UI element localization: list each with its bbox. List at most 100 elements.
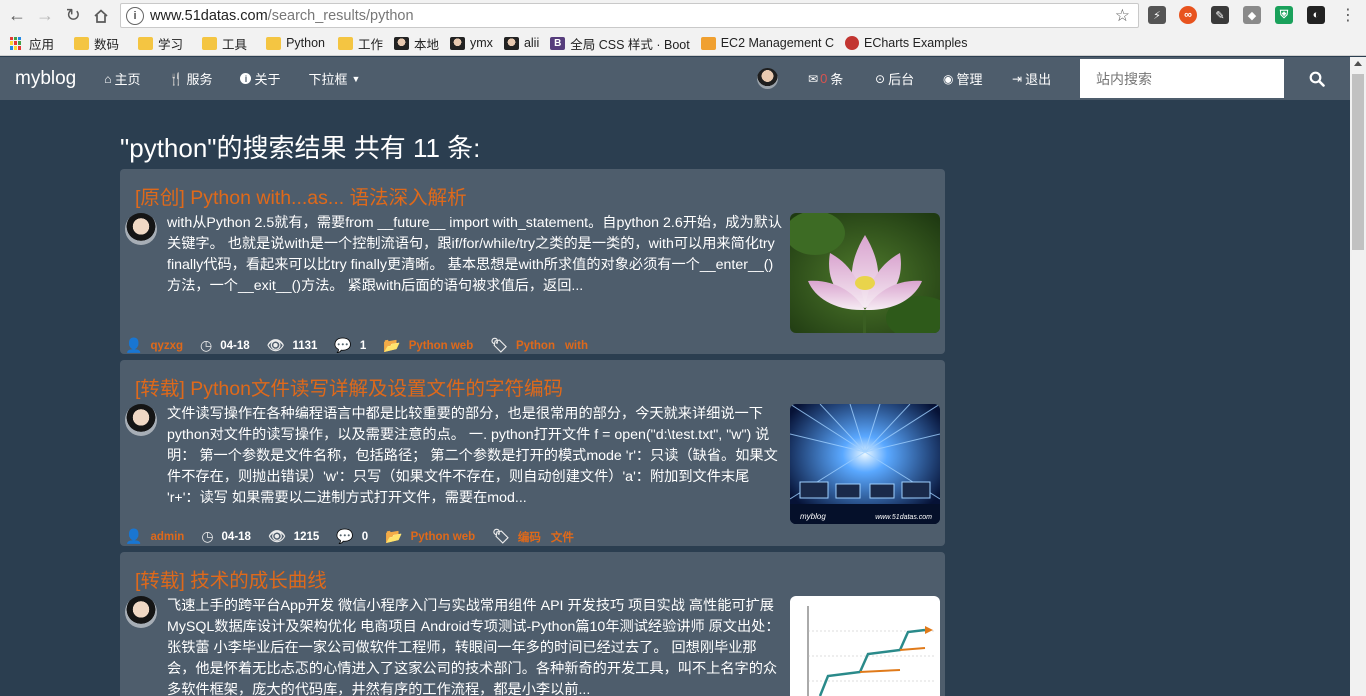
site-brand[interactable]: myblog bbox=[15, 68, 76, 90]
avatar-icon bbox=[503, 36, 519, 50]
search-icon bbox=[1309, 71, 1325, 87]
nav-label: 下拉框 bbox=[308, 72, 348, 87]
bookmark-item[interactable]: 数码 bbox=[74, 34, 119, 53]
tag-link[interactable]: Python bbox=[516, 340, 555, 352]
clock-icon: ◷ bbox=[200, 337, 213, 353]
bookmark-item[interactable]: 学习 bbox=[138, 34, 183, 53]
bookmark-label: 工具 bbox=[222, 37, 248, 52]
user-icon: 👤 bbox=[125, 337, 143, 353]
aws-box-icon bbox=[700, 36, 716, 50]
extension-icon[interactable]: ◆ bbox=[1243, 6, 1261, 24]
url-host: www.51datas.com bbox=[150, 7, 268, 24]
folder-icon bbox=[202, 36, 218, 50]
nav-home[interactable]: ⌂ 主页 bbox=[104, 69, 140, 88]
extension-icon[interactable]: ✎ bbox=[1211, 6, 1229, 24]
author-link[interactable]: admin bbox=[150, 531, 184, 543]
view-count: 1131 bbox=[292, 339, 318, 352]
results-heading: "python"的搜索结果 共有 11 条: bbox=[120, 133, 481, 163]
dashboard-icon: ⊙ bbox=[875, 71, 886, 86]
scroll-up-icon[interactable] bbox=[1354, 61, 1362, 66]
nav-label: 管理 bbox=[956, 72, 983, 87]
bookmark-item[interactable]: ymx bbox=[450, 36, 493, 50]
author-avatar[interactable] bbox=[125, 213, 157, 245]
bookmark-item[interactable]: B 全局 CSS 样式 · Boot bbox=[550, 34, 690, 53]
url-path: /search_results/python bbox=[267, 7, 414, 24]
tags-icon: 🏷 bbox=[492, 528, 510, 544]
bookmark-item[interactable]: 本地 bbox=[394, 34, 439, 53]
tag-link[interactable]: 编码 bbox=[518, 529, 541, 545]
forward-icon[interactable]: → bbox=[31, 2, 59, 30]
result-title-link[interactable]: [转载] 技术的成长曲线 bbox=[135, 564, 327, 593]
result-thumbnail-lotus[interactable] bbox=[790, 213, 940, 333]
tag-link[interactable]: 文件 bbox=[551, 529, 574, 545]
nav-dropdown[interactable]: 下拉框 ▼ bbox=[309, 69, 361, 88]
author-avatar[interactable] bbox=[125, 404, 157, 436]
extension-icon[interactable]: ⚡ bbox=[1148, 6, 1166, 24]
bookmark-label: 全局 CSS 样式 · Boot bbox=[570, 37, 690, 52]
bookmark-item[interactable]: 工具 bbox=[202, 34, 247, 53]
nav-manage[interactable]: ◉ 管理 bbox=[943, 57, 983, 100]
message-count: 0 bbox=[820, 71, 828, 86]
category-link[interactable]: Python web bbox=[409, 340, 474, 352]
nav-services[interactable]: 🍴 服务 bbox=[169, 69, 213, 88]
comments-icon: 💬 bbox=[334, 337, 352, 353]
user-avatar[interactable] bbox=[757, 68, 778, 89]
address-bar[interactable]: i www.51datas.com/search_results/python … bbox=[120, 3, 1139, 28]
bookmark-item[interactable]: EC2 Management C bbox=[700, 36, 834, 50]
home-icon[interactable] bbox=[87, 2, 115, 30]
clock-icon: ◷ bbox=[201, 528, 214, 544]
folder-icon bbox=[266, 36, 282, 50]
result-thumbnail-chart[interactable] bbox=[790, 596, 940, 696]
folder-icon bbox=[138, 36, 154, 50]
extension-icon[interactable]: ◐ bbox=[1307, 6, 1325, 24]
menu-icon[interactable]: ⋮ bbox=[1334, 1, 1362, 29]
nav-about[interactable]: i 关于 bbox=[240, 69, 281, 88]
search-button[interactable] bbox=[1284, 57, 1350, 100]
nav-label: 退出 bbox=[1025, 72, 1052, 87]
site-info-icon[interactable]: i bbox=[126, 6, 144, 25]
tag-link[interactable]: with bbox=[565, 340, 588, 352]
bookmark-label: 应用 bbox=[29, 37, 55, 52]
site-navbar: myblog ⌂ 主页 🍴 服务 i 关于 下拉框 ▼ ✉ 0 条 ⊙ 后台 ◉ 管理 ⇥ 退出 bbox=[0, 57, 1350, 100]
category-link[interactable]: Python web bbox=[411, 531, 476, 543]
nav-backend[interactable]: ⊙ 后台 bbox=[875, 57, 914, 100]
site-search-input[interactable] bbox=[1080, 59, 1284, 98]
bookmark-star-icon[interactable]: ☆ bbox=[1115, 6, 1130, 26]
bookmark-label: 学习 bbox=[158, 37, 184, 52]
bookmark-item[interactable]: ECharts Examples bbox=[844, 36, 968, 50]
bookmark-label: ECharts Examples bbox=[863, 36, 968, 50]
bookmark-item[interactable]: 工作 bbox=[337, 34, 383, 53]
result-meta: 👤 qyzxg ◷ 04-18 👁 1131 💬 1 📂 Python web 🏷 Pyth… bbox=[125, 337, 598, 354]
author-avatar[interactable] bbox=[125, 596, 157, 628]
folder-icon bbox=[337, 36, 353, 50]
back-icon[interactable]: ← bbox=[3, 2, 31, 30]
avatar-icon bbox=[394, 36, 409, 50]
nav-logout[interactable]: ⇥ 退出 bbox=[1012, 57, 1051, 100]
page-scrollbar[interactable] bbox=[1350, 57, 1366, 696]
thumb-caption-right: www.51datas.com bbox=[875, 514, 932, 521]
post-date: 04-18 bbox=[220, 339, 250, 352]
folder-open-icon: 📂 bbox=[383, 337, 401, 353]
reload-icon[interactable]: ↻ bbox=[59, 2, 87, 30]
comment-count: 1 bbox=[359, 339, 367, 352]
bookmark-label: alii bbox=[523, 36, 540, 50]
user-icon: 👤 bbox=[125, 528, 143, 544]
extension-icon[interactable]: ⛨ bbox=[1275, 6, 1293, 24]
result-card: [转载] Python文件读写详解及设置文件的字符编码 文件读写操作在各种编程语… bbox=[120, 360, 945, 546]
result-summary: 飞速上手的跨平台App开发 微信小程序入门与实战常用组件 API 开发技巧 项目… bbox=[167, 598, 780, 696]
envelope-icon: ✉ bbox=[808, 71, 819, 86]
bootstrap-icon: B bbox=[550, 36, 566, 50]
logout-icon: ⇥ bbox=[1012, 71, 1023, 86]
result-title-link[interactable]: [转载] Python文件读写详解及设置文件的字符编码 bbox=[135, 372, 563, 401]
scrollbar-thumb[interactable] bbox=[1352, 74, 1364, 250]
bookmark-label: 本地 bbox=[414, 37, 440, 52]
author-link[interactable]: qyzxg bbox=[150, 340, 183, 352]
nav-messages[interactable]: ✉ 0 条 bbox=[808, 57, 843, 100]
bookmark-item[interactable]: 应用 bbox=[10, 34, 54, 53]
bookmark-item[interactable]: Python bbox=[266, 36, 325, 50]
extension-icon[interactable]: ∞ bbox=[1179, 6, 1197, 24]
result-title-link[interactable]: [原创] Python with...as... 语法深入解析 bbox=[135, 181, 467, 210]
bookmark-item[interactable]: alii bbox=[503, 36, 540, 50]
bookmarks-bar: 应用 数码 学习 工具 Python 工作 本地 ymx alii B 全局 CS… bbox=[0, 31, 1366, 56]
result-thumbnail-matrix[interactable]: myblog www.51datas.com bbox=[790, 404, 940, 524]
